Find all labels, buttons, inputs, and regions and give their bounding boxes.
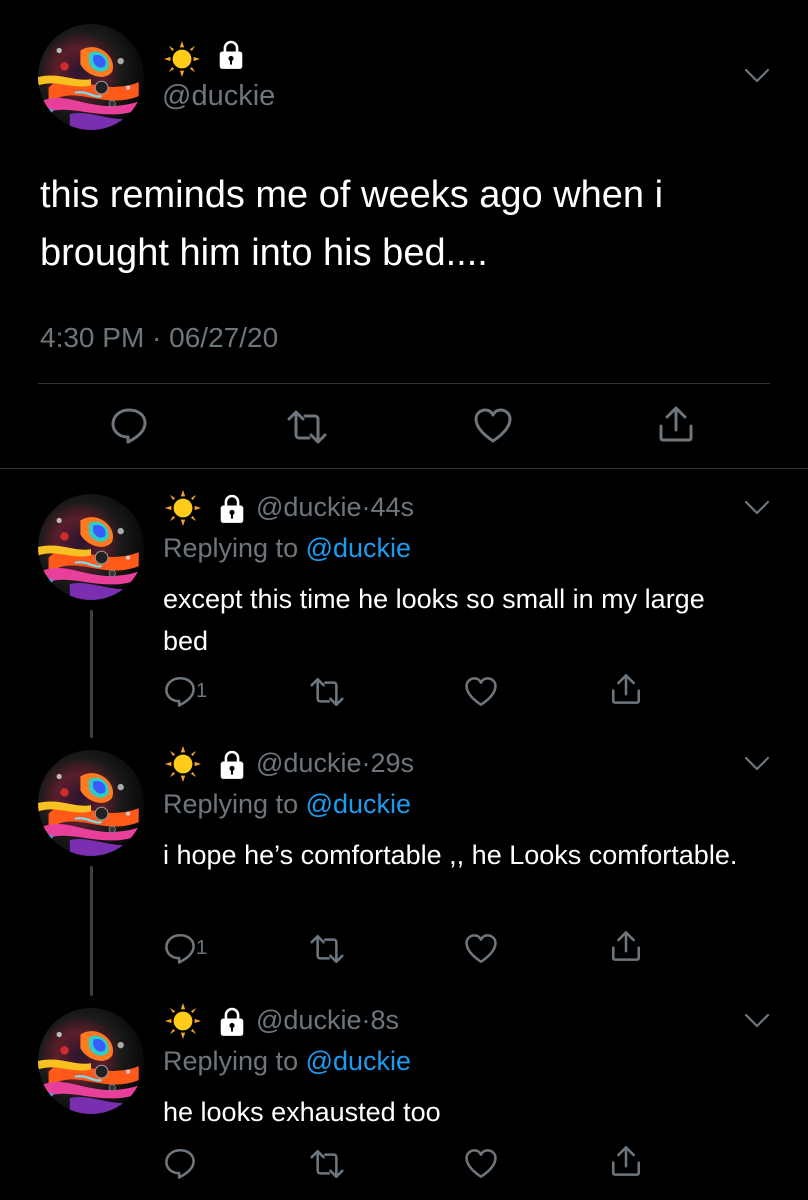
chevron-down-icon[interactable] <box>744 756 770 772</box>
reply-button[interactable] <box>163 674 197 708</box>
chevron-down-icon[interactable] <box>744 68 770 84</box>
share-button[interactable] <box>609 672 643 706</box>
like-button[interactable] <box>464 1147 498 1181</box>
replying-to: Replying to @duckie <box>163 533 411 564</box>
tweet-timestamp[interactable]: 4:30 PM · 06/27/20 <box>40 322 278 354</box>
user-handle[interactable]: @duckie <box>256 1005 361 1035</box>
thread-line <box>90 610 93 738</box>
reply-count: 1 <box>196 680 208 702</box>
replying-to-label: Replying to <box>163 789 299 819</box>
reply-header: @duckie·44s <box>256 492 414 523</box>
retweet-button[interactable] <box>308 1147 346 1181</box>
sun-icon <box>162 39 202 79</box>
tweet-text: this reminds me of weeks ago when i brou… <box>40 174 664 274</box>
reply-button[interactable] <box>163 1146 197 1180</box>
tweet-text: except this time he looks so small in my… <box>163 584 705 656</box>
heart-icon <box>464 932 498 966</box>
chevron-down-icon[interactable] <box>744 500 770 516</box>
replying-to-handle[interactable]: @duckie <box>306 789 411 819</box>
lock-icon <box>219 1007 245 1037</box>
tweet-text: i hope he’s comfortable ,, he Looks comf… <box>163 840 738 870</box>
divider <box>38 383 770 384</box>
relative-time[interactable]: 44s <box>370 492 414 522</box>
user-handle[interactable]: @duckie <box>256 492 361 522</box>
replying-to-handle[interactable]: @duckie <box>306 533 411 563</box>
share-button[interactable] <box>656 404 696 444</box>
share-icon <box>609 929 643 963</box>
share-button[interactable] <box>609 1144 643 1178</box>
replying-to-handle[interactable]: @duckie <box>306 1046 411 1076</box>
retweet-icon <box>308 1147 346 1181</box>
lock-icon <box>219 494 245 524</box>
reply-icon <box>163 674 197 708</box>
heart-icon <box>464 675 498 709</box>
chevron-down-icon[interactable] <box>744 1013 770 1029</box>
retweet-icon <box>308 932 346 966</box>
user-handle[interactable]: @duckie <box>162 80 275 113</box>
avatar[interactable] <box>38 24 144 130</box>
reply-count: 1 <box>196 937 208 959</box>
reply-icon <box>163 1146 197 1180</box>
share-button[interactable] <box>609 929 643 963</box>
like-button[interactable] <box>464 675 498 709</box>
like-button[interactable] <box>464 932 498 966</box>
avatar[interactable] <box>38 750 144 856</box>
retweet-icon <box>308 675 346 709</box>
share-icon <box>609 1144 643 1178</box>
reply-button[interactable] <box>163 931 197 965</box>
heart-icon <box>473 406 513 446</box>
replying-to: Replying to @duckie <box>163 1046 411 1077</box>
user-handle[interactable]: @duckie <box>256 748 361 778</box>
avatar[interactable] <box>38 1008 144 1114</box>
reply-header: @duckie·29s <box>256 748 414 779</box>
retweet-button[interactable] <box>308 675 346 709</box>
retweet-button[interactable] <box>308 932 346 966</box>
retweet-icon <box>285 407 329 447</box>
relative-time[interactable]: 8s <box>370 1005 399 1035</box>
divider <box>0 468 808 469</box>
like-button[interactable] <box>473 406 513 446</box>
sun-icon <box>163 1001 203 1041</box>
retweet-button[interactable] <box>285 407 329 447</box>
replying-to: Replying to @duckie <box>163 789 411 820</box>
replying-to-label: Replying to <box>163 533 299 563</box>
heart-icon <box>464 1147 498 1181</box>
lock-icon <box>219 750 245 780</box>
reply-button[interactable] <box>109 405 149 445</box>
share-icon <box>656 404 696 444</box>
reply-icon <box>163 931 197 965</box>
sun-icon <box>163 744 203 784</box>
thread-line <box>90 866 93 996</box>
relative-time[interactable]: 29s <box>370 748 414 778</box>
sun-icon <box>163 488 203 528</box>
tweet-text: he looks exhausted too <box>163 1097 441 1127</box>
share-icon <box>609 672 643 706</box>
reply-header: @duckie·8s <box>256 1005 399 1036</box>
replying-to-label: Replying to <box>163 1046 299 1076</box>
reply-icon <box>109 405 149 445</box>
avatar[interactable] <box>38 494 144 600</box>
lock-icon <box>218 40 244 70</box>
